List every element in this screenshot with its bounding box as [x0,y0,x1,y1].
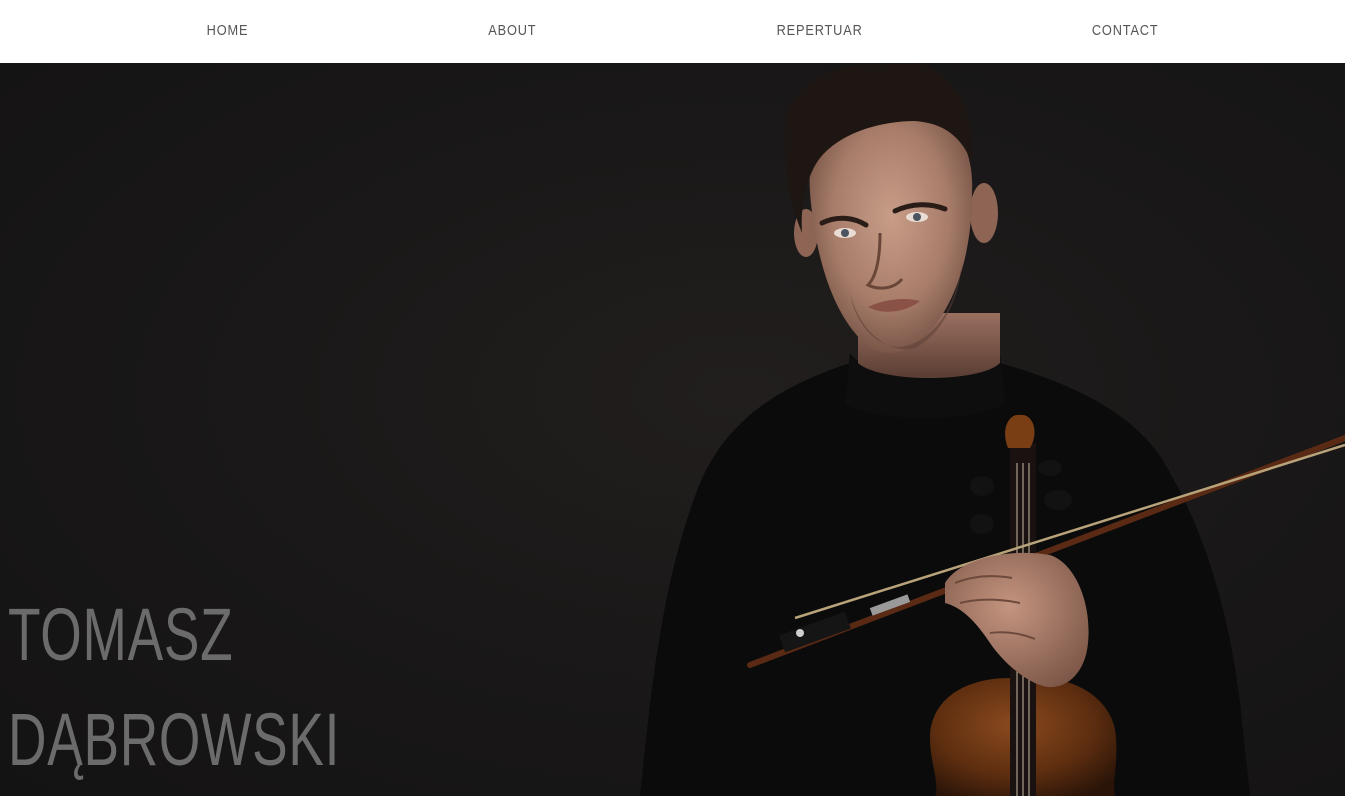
top-navigation: HOME ABOUT REPERTUAR CONTACT [0,0,1345,63]
nav-link-contact[interactable]: CONTACT [1092,22,1159,39]
nav-link-repertuar[interactable]: REPERTUAR [777,22,863,39]
hero-first-name: TOMASZ [8,593,234,676]
hero-last-name: DĄBROWSKI [8,698,341,781]
nav-link-home[interactable]: HOME [207,22,249,39]
violinist-portrait-photo [640,63,1345,796]
hero-section: TOMASZ DĄBROWSKI [0,63,1345,796]
nav-link-about[interactable]: ABOUT [488,22,536,39]
